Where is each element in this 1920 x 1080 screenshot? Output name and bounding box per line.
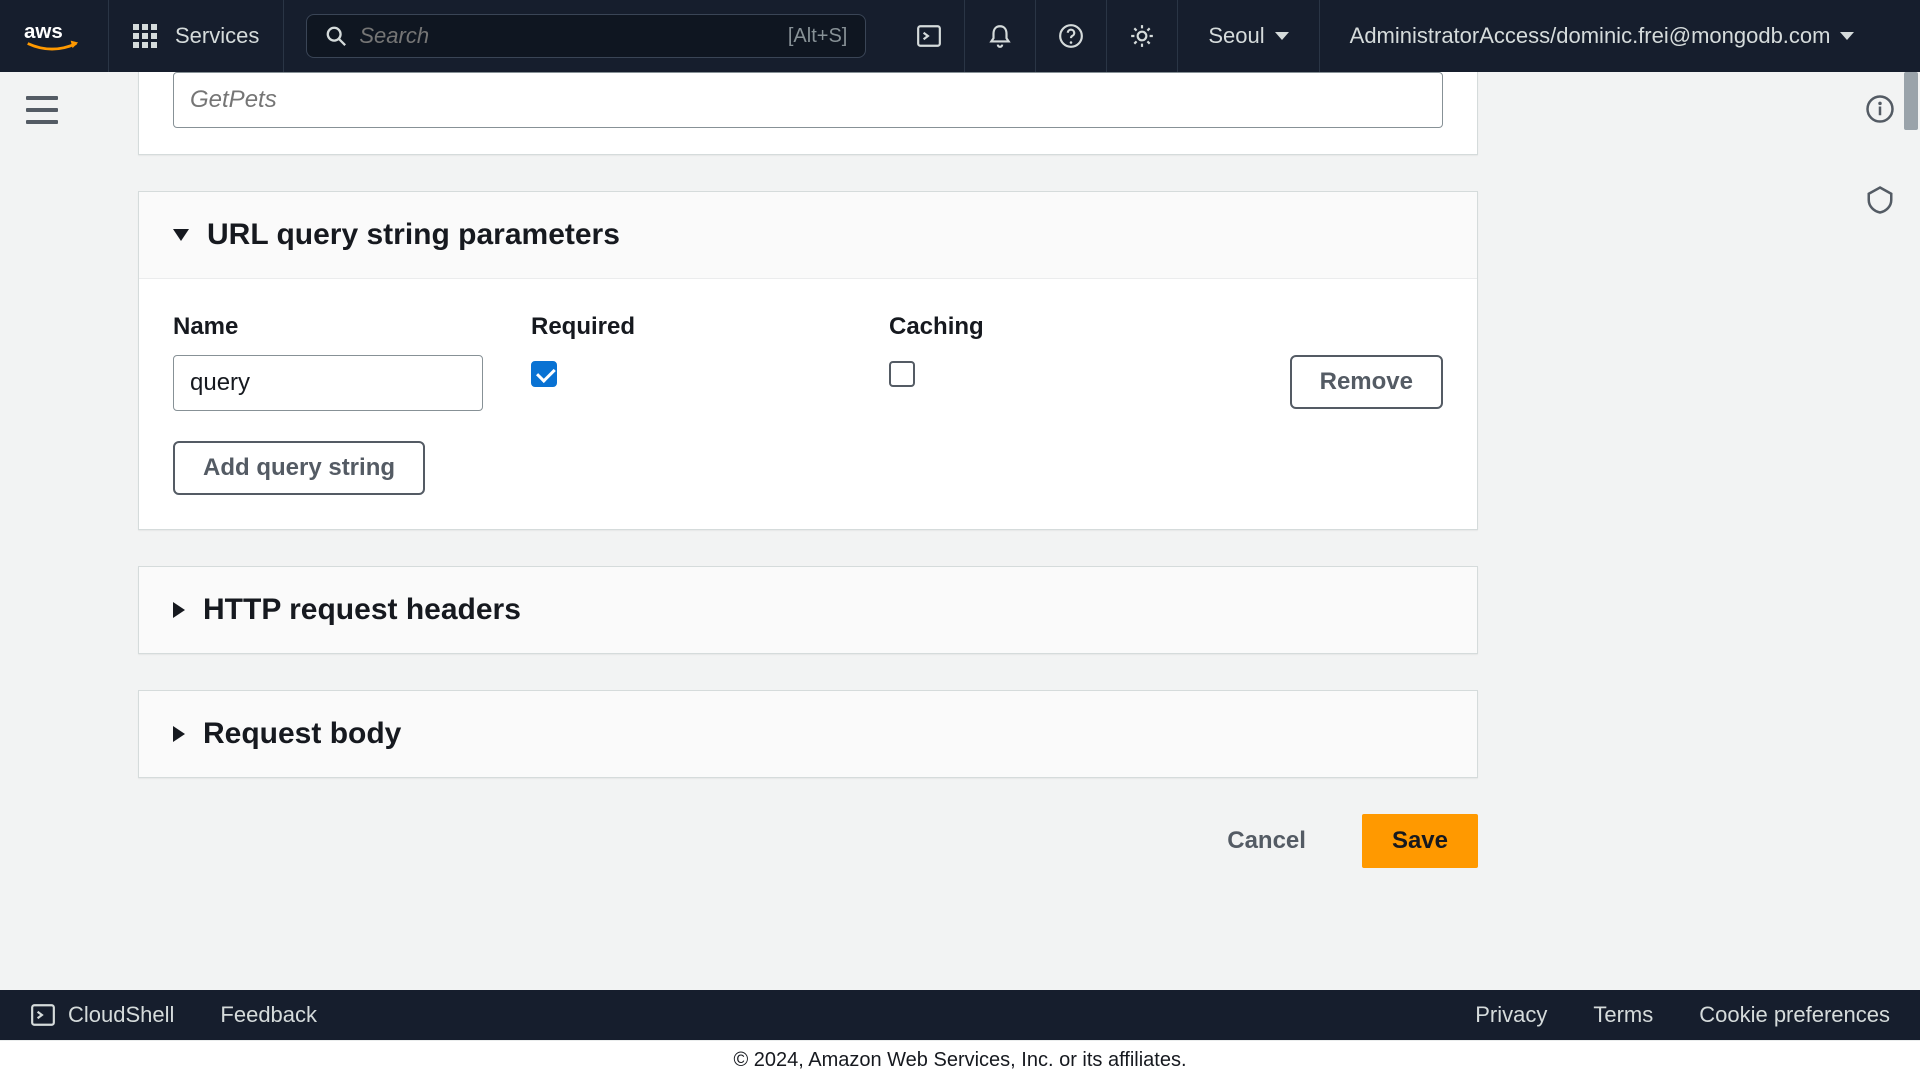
section-title: Request body [203,717,401,751]
security-panel-toggle[interactable] [1865,185,1895,220]
terminal-icon [30,1002,56,1028]
gear-icon [1129,23,1155,49]
side-nav-toggle[interactable] [26,96,58,124]
column-caching-label: Caching [889,313,1159,341]
form-actions: Cancel Save [138,814,1478,868]
terminal-icon [916,23,942,49]
column-required-label: Required [531,313,881,341]
info-icon [1865,94,1895,124]
account-menu[interactable]: AdministratorAccess/dominic.frei@mongodb… [1320,0,1885,72]
help-icon [1058,23,1084,49]
add-query-string-button[interactable]: Add query string [173,441,425,495]
copyright-text: © 2024, Amazon Web Services, Inc. or its… [733,1049,1186,1072]
aws-logo-icon: aws [24,16,80,56]
search-shortcut: [Alt+S] [788,25,847,48]
cloudshell-label: CloudShell [68,1002,174,1028]
url-query-string-header[interactable]: URL query string parameters [139,192,1477,279]
required-checkbox[interactable] [531,361,557,387]
request-body-header[interactable]: Request body [139,691,1477,777]
account-label: AdministratorAccess/dominic.frei@mongodb… [1350,23,1831,49]
request-body-panel: Request body [138,690,1478,778]
scrollbar-thumb[interactable] [1904,72,1918,130]
top-navigation: aws Services [Alt+S] [0,0,1920,72]
chevron-down-icon [1275,32,1289,40]
region-selector[interactable]: Seoul [1178,0,1319,72]
cancel-button[interactable]: Cancel [1199,814,1334,868]
section-title: HTTP request headers [203,593,521,627]
http-request-headers-panel: HTTP request headers [138,566,1478,654]
save-button[interactable]: Save [1362,814,1478,868]
column-name-label: Name [173,313,523,341]
operation-name-input[interactable] [173,72,1443,128]
caching-checkbox[interactable] [889,361,915,387]
http-request-headers-header[interactable]: HTTP request headers [139,567,1477,653]
cloudshell-link[interactable]: CloudShell [30,1002,174,1028]
bell-icon [987,23,1013,49]
services-menu[interactable]: Services [109,0,284,72]
shield-icon [1865,185,1895,215]
query-param-row: Name Required Caching Remove [173,313,1443,411]
url-query-string-panel: URL query string parameters Name Require… [138,191,1478,530]
grid-icon [133,24,157,48]
help-button[interactable] [1036,0,1107,72]
cookie-preferences-link[interactable]: Cookie preferences [1699,1002,1890,1028]
right-tools [1860,94,1900,220]
svg-text:aws: aws [24,20,63,43]
footer: CloudShell Feedback Privacy Terms Cookie… [0,990,1920,1080]
search-icon [325,25,347,47]
notifications-button[interactable] [965,0,1036,72]
collapse-icon [173,229,189,241]
expand-icon [173,602,185,618]
search-input[interactable] [359,23,776,49]
chevron-down-icon [1840,32,1854,40]
vertical-scrollbar[interactable] [1902,72,1920,990]
terms-link[interactable]: Terms [1593,1002,1653,1028]
privacy-link[interactable]: Privacy [1475,1002,1547,1028]
remove-button[interactable]: Remove [1290,355,1443,409]
expand-icon [173,726,185,742]
services-label: Services [175,23,259,49]
feedback-link[interactable]: Feedback [220,1002,317,1028]
param-name-input[interactable] [173,355,483,411]
main-content: URL query string parameters Name Require… [72,72,1848,990]
global-search[interactable]: [Alt+S] [306,14,866,58]
operation-name-panel [138,72,1478,155]
cloudshell-icon-button[interactable] [894,0,965,72]
section-title: URL query string parameters [207,218,620,252]
settings-button[interactable] [1107,0,1178,72]
info-panel-toggle[interactable] [1865,94,1895,129]
aws-logo[interactable]: aws [24,0,109,72]
region-label: Seoul [1208,23,1264,49]
